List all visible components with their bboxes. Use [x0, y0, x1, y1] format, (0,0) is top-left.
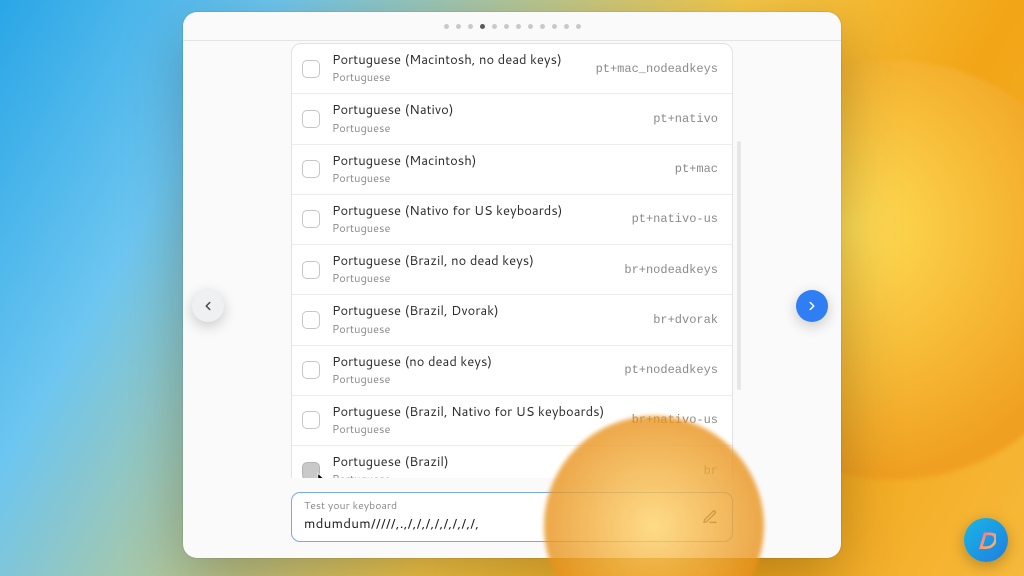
test-keyboard-label: Test your keyboard	[304, 499, 720, 513]
page-dot[interactable]	[528, 24, 533, 29]
layout-row[interactable]: Portuguese (Macintosh)Portuguese pt+mac	[292, 145, 732, 195]
layout-category: Portuguese	[332, 270, 614, 286]
layout-row[interactable]: Portuguese (Nativo for US keyboards)Port…	[292, 195, 732, 245]
layout-checkbox[interactable]	[302, 60, 320, 78]
page-dot[interactable]	[456, 24, 461, 29]
layout-name: Portuguese (Macintosh)	[332, 153, 665, 169]
footer: Test your keyboard mdumdum/////,.,/,/,/,…	[183, 478, 841, 558]
layout-row[interactable]: Portuguese (Brazil)Portuguese br	[292, 446, 732, 478]
page-dot[interactable]	[492, 24, 497, 29]
layout-name: Portuguese (no dead keys)	[332, 354, 614, 370]
layout-category: Portuguese	[332, 170, 665, 186]
layout-name: Portuguese (Brazil)	[332, 454, 694, 470]
layout-name: Portuguese (Nativo)	[332, 102, 643, 118]
setup-window: Portuguese (Macintosh, no dead keys)Port…	[183, 12, 841, 558]
scrollbar[interactable]	[737, 141, 741, 390]
layout-checkbox[interactable]	[302, 110, 320, 128]
layout-code: br+dvorak	[653, 313, 718, 327]
keyboard-layout-list[interactable]: Portuguese (Macintosh, no dead keys)Port…	[291, 43, 733, 478]
layout-code: pt+mac_nodeadkeys	[596, 62, 718, 76]
layout-checkbox[interactable]	[302, 160, 320, 178]
page-dot[interactable]	[468, 24, 473, 29]
page-dot[interactable]	[576, 24, 581, 29]
layout-name: Portuguese (Macintosh, no dead keys)	[332, 52, 586, 68]
layout-code: pt+nativo	[653, 112, 718, 126]
layout-checkbox[interactable]	[302, 462, 320, 478]
layout-code: pt+nativo-us	[632, 212, 718, 226]
layout-checkbox[interactable]	[302, 210, 320, 228]
layout-checkbox[interactable]	[302, 311, 320, 329]
layout-name: Portuguese (Nativo for US keyboards)	[332, 203, 622, 219]
test-keyboard-value: mdumdum/////,.,/,/,/,/,/,/,/,/,	[304, 514, 720, 533]
layout-row[interactable]: Portuguese (Macintosh, no dead keys)Port…	[292, 44, 732, 94]
chevron-right-icon	[805, 299, 819, 313]
layout-row[interactable]: Portuguese (no dead keys)Portuguese pt+no…	[292, 346, 732, 396]
layout-checkbox[interactable]	[302, 411, 320, 429]
page-dot[interactable]	[504, 24, 509, 29]
edit-icon	[702, 509, 718, 525]
brand-badge: D	[964, 518, 1008, 562]
test-keyboard-input[interactable]: Test your keyboard mdumdum/////,.,/,/,/,…	[291, 492, 733, 542]
chevron-left-icon	[201, 299, 215, 313]
prev-button[interactable]	[192, 290, 224, 322]
layout-row[interactable]: Portuguese (Nativo) Portuguese pt+nativo	[292, 94, 732, 144]
page-dot[interactable]	[444, 24, 449, 29]
layout-code: pt+mac	[675, 162, 718, 176]
page-dot[interactable]	[480, 24, 485, 29]
brand-letter: D	[976, 523, 997, 557]
keyboard-layout-section: Portuguese (Macintosh, no dead keys)Port…	[183, 41, 841, 478]
page-dot[interactable]	[552, 24, 557, 29]
page-dot[interactable]	[540, 24, 545, 29]
layout-code: br+nativo-us	[632, 413, 718, 427]
layout-category: Portuguese	[332, 421, 622, 437]
layout-row[interactable]: Portuguese (Brazil, Dvorak) Portuguese br+…	[292, 295, 732, 345]
page-dot[interactable]	[516, 24, 521, 29]
layout-category: Portuguese	[332, 471, 694, 478]
layout-code: br+nodeadkeys	[624, 263, 718, 277]
layout-name: Portuguese (Brazil, Nativo for US keyboa…	[332, 404, 622, 420]
layout-row[interactable]: Portuguese (Brazil, Nativo for US keyboa…	[292, 396, 732, 446]
layout-category: Portuguese	[332, 69, 586, 85]
layout-checkbox[interactable]	[302, 261, 320, 279]
layout-category: Portuguese	[332, 220, 622, 236]
layout-category: Portuguese	[332, 120, 643, 136]
next-button[interactable]	[796, 290, 828, 322]
layout-name: Portuguese (Brazil, Dvorak)	[332, 303, 643, 319]
layout-code: br	[704, 464, 718, 478]
layout-checkbox[interactable]	[302, 361, 320, 379]
page-indicator	[183, 12, 841, 40]
layout-category: Portuguese	[332, 371, 614, 387]
layout-row[interactable]: Portuguese (Brazil, no dead keys)Portugu…	[292, 245, 732, 295]
layout-name: Portuguese (Brazil, no dead keys)	[332, 253, 614, 269]
layout-code: pt+nodeadkeys	[624, 363, 718, 377]
layout-category: Portuguese	[332, 321, 643, 337]
page-dot[interactable]	[564, 24, 569, 29]
